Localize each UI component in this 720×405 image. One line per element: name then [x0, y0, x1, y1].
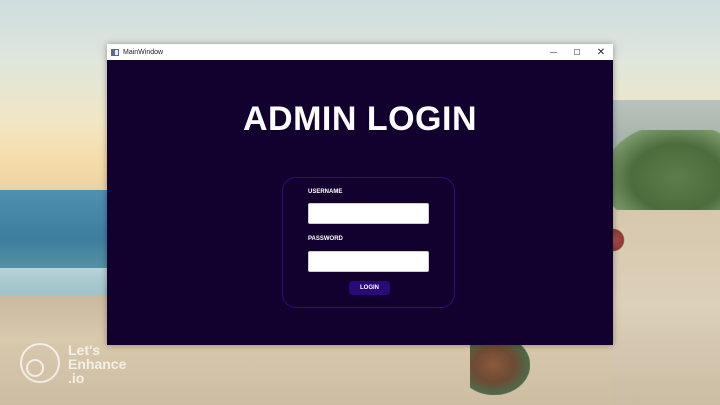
login-content: ADMIN LOGIN USERNAME PASSWORD LOGIN: [107, 60, 613, 345]
wallpaper-figure: [470, 345, 530, 395]
maximize-button[interactable]: [565, 44, 589, 60]
page-title: ADMIN LOGIN: [242, 100, 478, 138]
minimize-button[interactable]: [541, 44, 565, 60]
close-button[interactable]: ✕: [589, 44, 613, 60]
watermark: Let's Enhance .io: [20, 343, 138, 385]
minimize-icon: [549, 51, 557, 53]
window-title: MainWindow: [123, 48, 164, 56]
wallpaper-sand-right: [612, 205, 720, 405]
login-panel: USERNAME PASSWORD LOGIN: [282, 177, 455, 308]
password-input[interactable]: [308, 251, 429, 272]
window-controls: ✕: [541, 44, 613, 60]
watermark-logo-icon: [20, 343, 60, 383]
app-icon: [111, 48, 119, 56]
close-icon: ✕: [596, 46, 606, 58]
username-input[interactable]: [308, 203, 429, 224]
login-button[interactable]: LOGIN: [349, 281, 390, 295]
maximize-icon: [574, 49, 580, 55]
watermark-text: Let's Enhance .io: [68, 342, 127, 386]
password-label: PASSWORD: [308, 236, 343, 242]
username-label: USERNAME: [308, 189, 343, 195]
main-window: MainWindow ✕ ADMIN LOGIN USERNAME PASSWO…: [107, 44, 613, 345]
wallpaper-trees: [612, 130, 720, 210]
title-bar[interactable]: MainWindow ✕: [107, 44, 613, 60]
